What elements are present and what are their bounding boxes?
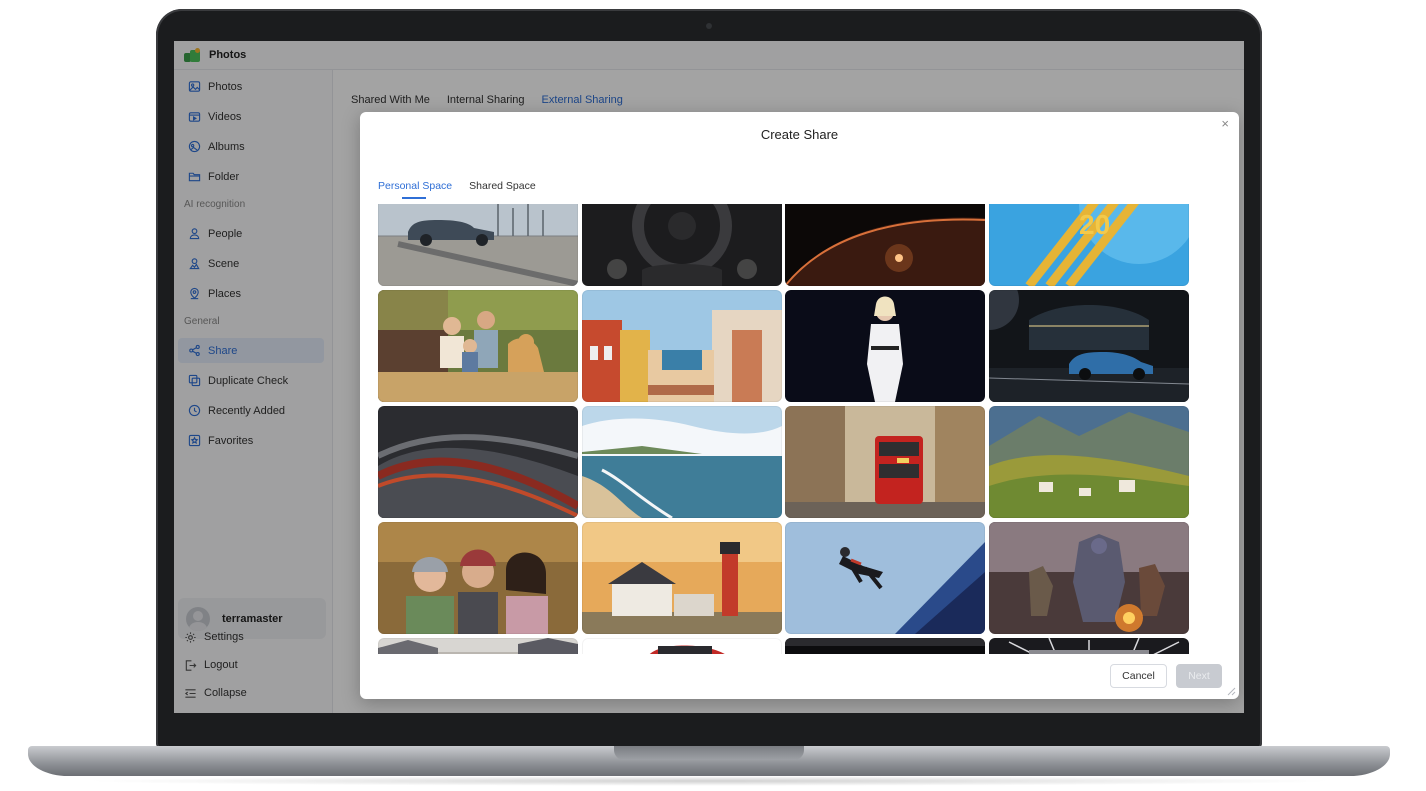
photo-thumbnail-skydiver[interactable]: [785, 522, 985, 634]
photo-thumbnail-lighthouse[interactable]: [581, 522, 782, 634]
resize-grip-icon[interactable]: [1226, 686, 1236, 696]
photo-thumbnail-game-battle[interactable]: [988, 522, 1189, 634]
dialog-tabs: Personal Space Shared Space: [378, 180, 553, 199]
dialog-title: Create Share: [760, 127, 839, 142]
laptop-notch: [614, 746, 804, 760]
camera-dot: [706, 23, 712, 29]
photo-thumbnail-family-with-dog[interactable]: [378, 290, 578, 402]
photo-grid-viewport[interactable]: 20: [378, 204, 1190, 654]
photo-thumbnail-planet-sunrise[interactable]: [785, 204, 985, 286]
close-icon[interactable]: ×: [1221, 116, 1229, 131]
svg-text:20: 20: [1079, 209, 1110, 240]
laptop-shadow: [80, 776, 1340, 786]
create-share-dialog: Create Share × Personal Space Shared Spa…: [360, 112, 1239, 699]
cancel-button[interactable]: Cancel: [1110, 664, 1167, 688]
photo-thumbnail-stadium-lights[interactable]: [988, 638, 1189, 654]
photo-thumbnail-alpine-village[interactable]: [988, 406, 1189, 518]
photo-thumbnail-rooftops[interactable]: [378, 638, 578, 654]
tab-personal-space[interactable]: Personal Space: [378, 180, 452, 199]
photo-thumbnail-three-friends[interactable]: [378, 522, 578, 634]
tab-shared-space[interactable]: Shared Space: [469, 180, 536, 197]
photo-thumbnail-abstract-waves[interactable]: [378, 406, 578, 518]
photo-thumbnail-red-car[interactable]: [581, 638, 782, 654]
photo-thumbnail-red-bus-street[interactable]: [785, 406, 985, 518]
photo-thumbnail-suv-at-night[interactable]: [988, 290, 1189, 402]
next-button[interactable]: Next: [1176, 664, 1222, 688]
photo-thumbnail-dark-scene[interactable]: [785, 638, 985, 654]
photo-thumbnail-colorful-town[interactable]: [581, 290, 782, 402]
photo-grid: 20: [378, 204, 1189, 654]
photo-thumbnail-beach-coast[interactable]: [581, 406, 782, 518]
photo-thumbnail-golden-2020[interactable]: 20: [988, 204, 1189, 286]
photo-thumbnail-car-on-pier[interactable]: [378, 204, 578, 286]
photo-thumbnail-steering-wheel[interactable]: [581, 204, 782, 286]
photo-thumbnail-woman-in-white[interactable]: [785, 290, 985, 402]
screen: Photos Photos Videos Albums Folder AI re…: [174, 41, 1244, 713]
